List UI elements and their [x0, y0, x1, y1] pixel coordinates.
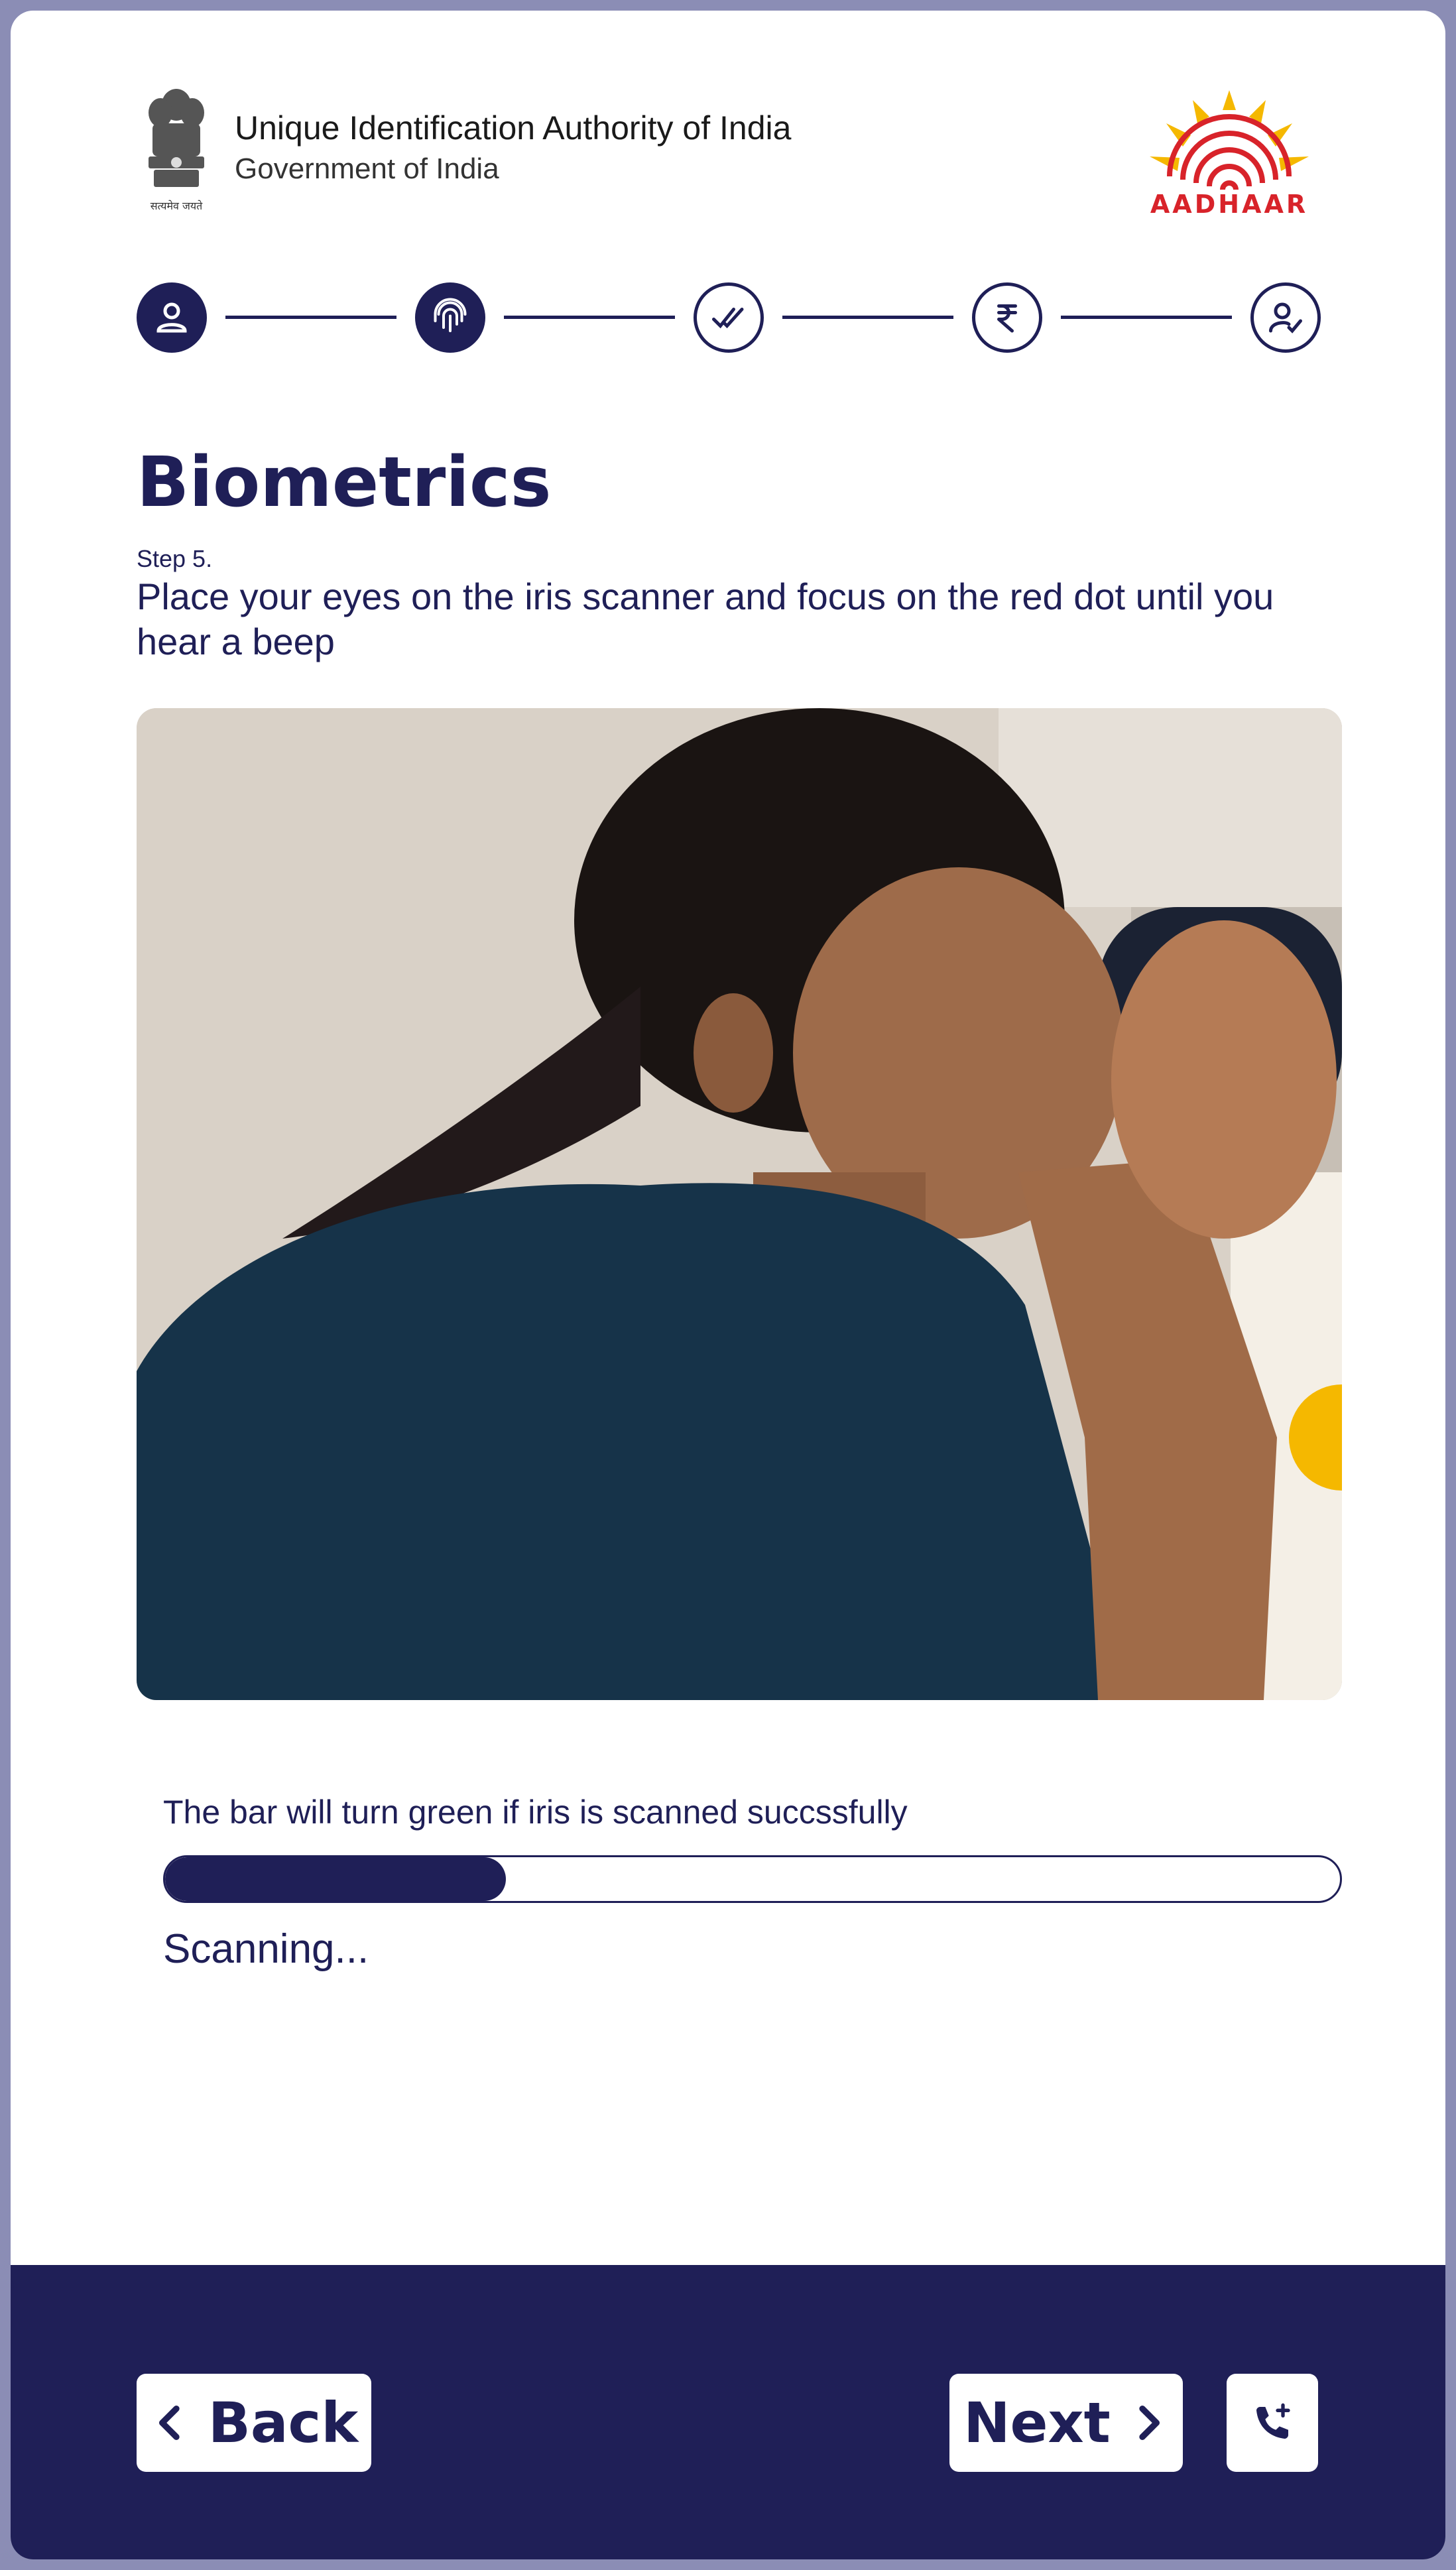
phone-add-icon — [1256, 2403, 1290, 2439]
next-button-label: Next — [963, 2390, 1111, 2455]
org-name: Unique Identification Authority of India — [235, 109, 792, 147]
fingerprint-icon — [434, 298, 467, 332]
step-connector — [225, 316, 396, 319]
emblem-motto: सत्यमेव जयते — [151, 200, 203, 212]
scan-status: Scanning... — [163, 1926, 369, 1972]
step-confirmation[interactable] — [1250, 282, 1321, 353]
aadhaar-logo: AADHAAR — [1130, 84, 1329, 223]
iris-scan-photo — [137, 708, 1342, 1700]
scan-progress-fill — [165, 1857, 506, 1901]
chevron-right-icon — [1139, 2406, 1160, 2440]
step-biometrics[interactable] — [415, 282, 485, 353]
logo-text: AADHAAR — [1150, 190, 1309, 219]
chevron-left-icon — [158, 2406, 180, 2440]
step-connector — [1061, 316, 1232, 319]
step-label: Step 5. — [137, 545, 213, 572]
footer-bar: Back Next — [11, 2265, 1445, 2559]
progress-stepper — [137, 282, 1335, 355]
progress-caption: The bar will turn green if iris is scann… — [163, 1794, 908, 1831]
rupee-icon — [997, 304, 1017, 333]
step-verification[interactable] — [694, 282, 764, 353]
page-title: Biometrics — [137, 442, 552, 522]
back-button-label: Back — [208, 2390, 359, 2455]
step-connector — [782, 316, 953, 319]
step-connector — [504, 316, 675, 319]
call-support-button[interactable] — [1227, 2374, 1318, 2472]
instruction-text: Place your eyes on the iris scanner and … — [137, 576, 1274, 662]
next-button[interactable]: Next — [949, 2374, 1183, 2472]
org-subtitle: Government of India — [235, 153, 499, 185]
national-emblem-icon: सत्यमेव जयते — [137, 85, 216, 217]
app-window: सत्यमेव जयते Unique Identification Autho… — [11, 11, 1445, 2559]
user-icon — [156, 302, 187, 333]
double-check-icon — [712, 308, 744, 329]
back-button[interactable]: Back — [137, 2374, 371, 2472]
scan-progress-bar — [163, 1855, 1342, 1903]
step-personal-details[interactable] — [137, 282, 207, 353]
step-payment[interactable] — [972, 282, 1042, 353]
user-check-icon — [1269, 302, 1302, 334]
